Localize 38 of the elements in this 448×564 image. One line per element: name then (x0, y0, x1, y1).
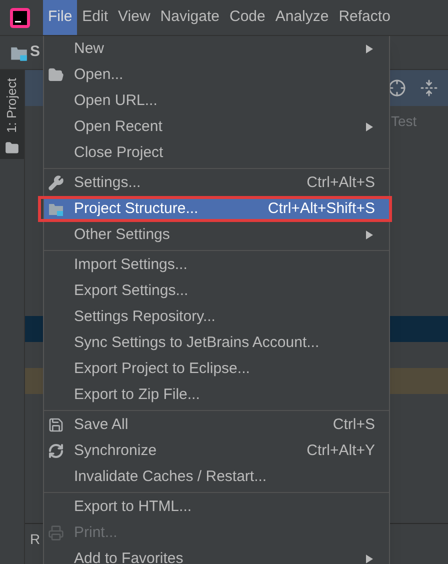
menu-title[interactable]: Analyze (270, 0, 334, 35)
refresh-icon (48, 443, 64, 459)
app-logo-icon (10, 8, 30, 28)
menu-title[interactable]: Refacto (334, 0, 396, 35)
menu-item[interactable]: Settings... Ctrl+Alt+S (44, 170, 389, 196)
menu-item[interactable]: Open... (44, 62, 389, 88)
menu-item[interactable]: Export to HTML... (44, 494, 389, 520)
menu-title[interactable]: Navigate (155, 0, 224, 35)
menu-item[interactable]: Open URL... (44, 88, 389, 114)
collapse-icon[interactable] (420, 79, 438, 97)
folder-icon (48, 201, 64, 217)
menu-item[interactable]: Synchronize Ctrl+Alt+Y (44, 438, 389, 464)
wrench-icon (48, 175, 64, 191)
menu-item[interactable]: Close Project (44, 140, 389, 166)
printer-icon (48, 525, 64, 541)
menu-title[interactable]: View (113, 0, 156, 35)
menu-item[interactable]: Add to Favorites (44, 546, 389, 564)
floppy-icon (48, 417, 64, 433)
tool-window-tab[interactable]: 1: Project (0, 70, 24, 159)
menu-item[interactable]: Export Settings... (44, 278, 389, 304)
menu-title[interactable]: Code (224, 0, 270, 35)
menu-title[interactable]: File (43, 0, 78, 35)
panel-label: R (30, 530, 40, 548)
menu-item[interactable]: Export to Zip File... (44, 382, 389, 408)
menu-item[interactable]: Open Recent (44, 114, 389, 140)
menu-item[interactable]: Other Settings (44, 222, 389, 248)
project-title: S (30, 42, 40, 62)
menu-item[interactable]: New (44, 36, 389, 62)
menu-title[interactable]: Edit (77, 0, 114, 35)
folder-icon (5, 140, 19, 155)
folder-open-icon (48, 67, 64, 83)
menu-item[interactable]: Export Project to Eclipse... (44, 356, 389, 382)
menu-item[interactable]: Save All Ctrl+S (44, 412, 389, 438)
menu-item[interactable]: Invalidate Caches / Restart... (44, 464, 389, 490)
locate-icon[interactable] (388, 79, 406, 97)
menu-item[interactable]: Settings Repository... (44, 304, 389, 330)
menu-item[interactable]: Sync Settings to JetBrains Account... (44, 330, 389, 356)
menu-item[interactable]: Import Settings... (44, 252, 389, 278)
